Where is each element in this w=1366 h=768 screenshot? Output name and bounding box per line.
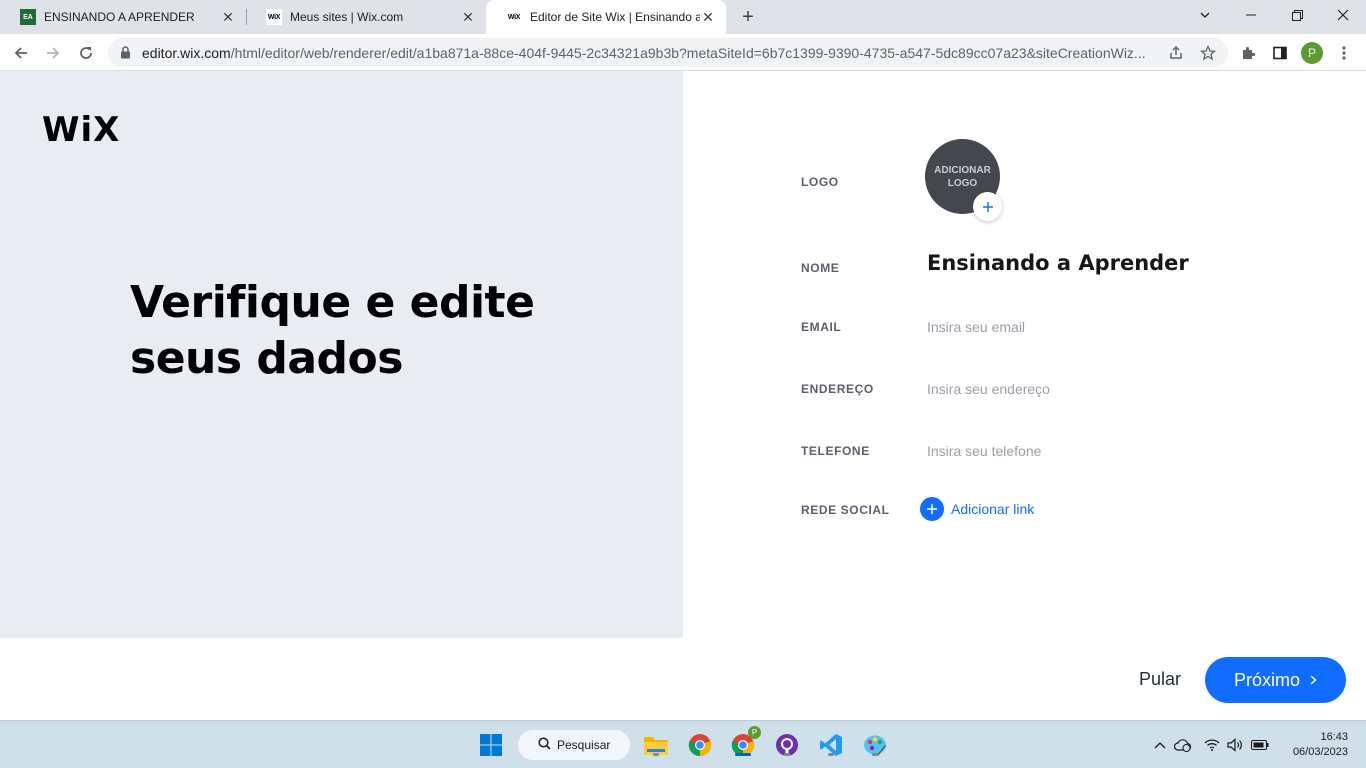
reload-button[interactable] [73,40,99,66]
wix-favicon-icon: WiX [266,9,282,25]
cloud-sync-icon [1174,739,1192,752]
wix-logo: WiX [42,110,121,150]
minimize-icon [1246,14,1256,16]
new-tab-button[interactable]: + [736,5,760,29]
restore-icon [1291,9,1303,21]
browser-tab-strip: EA ENSINANDO A APRENDER ✕ WiX Meus sites… [0,0,1366,34]
tab-meus-sites[interactable]: WiX Meus sites | Wix.com ✕ [246,0,486,34]
plus-icon [920,497,944,521]
close-tab-icon[interactable]: ✕ [700,9,716,25]
phone-field[interactable]: Insira seu telefone [927,443,1041,459]
battery-icon [1251,740,1269,750]
vscode-button[interactable] [815,729,847,761]
url-path: /html/editor/web/renderer/edit/a1ba871a-… [230,44,1146,61]
chevron-down-icon [1200,12,1210,18]
tab-editor-wix[interactable]: WiX Editor de Site Wix | Ensinando a Apr… [486,0,726,34]
battery-tray-icon[interactable] [1250,735,1270,755]
email-field[interactable]: Insira seu email [927,319,1025,335]
chrome-profile-button[interactable]: P [727,726,761,761]
ensinando-favicon-icon: EA [20,9,36,25]
speaker-icon [1227,738,1242,752]
paint-app-button[interactable] [859,729,891,761]
search-icon [538,737,551,753]
search-label: Pesquisar [557,738,611,752]
add-link-label: Adicionar link [951,501,1035,517]
tab-title: Editor de Site Wix | Ensinando a Aprende… [530,10,700,24]
address-label: ENDEREÇO [801,382,874,396]
share-icon[interactable] [1165,42,1187,64]
add-social-link-button[interactable]: Adicionar link [920,497,1034,521]
arrow-left-icon [14,47,27,59]
skip-button[interactable]: Pular [1139,669,1181,690]
running-indicator [872,753,878,756]
volume-tray-icon[interactable] [1225,735,1245,755]
side-panel-icon [1273,46,1287,60]
side-panel-button[interactable] [1267,40,1293,66]
wifi-icon [1204,739,1220,751]
address-bar[interactable]: editor.wix.com/html/editor/web/renderer/… [108,38,1228,67]
url-text: editor.wix.com/html/editor/web/renderer/… [142,45,1152,61]
next-label: Próximo [1233,669,1300,690]
wifi-tray-icon[interactable] [1202,735,1222,755]
tab-title: ENSINANDO A APRENDER [44,10,195,24]
running-indicator [653,753,659,756]
arrow-right-icon [47,47,60,59]
name-label: NOME [801,261,840,275]
next-button[interactable]: Próximo [1205,657,1346,703]
page-title: Verifique e edite seus dados [130,277,535,384]
chevron-up-icon [1154,742,1166,749]
bookmark-star-icon[interactable] [1197,42,1219,64]
lock-icon [120,46,134,59]
chrome-button[interactable] [684,729,716,761]
business-info-form [683,71,1366,638]
tab-title: Meus sites | Wix.com [290,10,404,24]
browser-toolbar: editor.wix.com/html/editor/web/renderer/… [0,34,1366,71]
taskbar-clock[interactable]: 16:43 06/03/2023 [1282,730,1348,760]
wix-favicon-icon: WiX [506,9,522,25]
github-desktop-button[interactable] [771,729,803,761]
url-host: editor.wix.com [142,44,231,61]
phone-label: TELEFONE [801,444,870,458]
add-logo-plus-icon[interactable] [973,192,1002,221]
close-window-button[interactable] [1320,0,1366,30]
close-tab-icon[interactable]: ✕ [220,9,236,25]
close-icon [1337,9,1349,21]
tab-search-button[interactable] [1182,0,1228,30]
extensions-button[interactable] [1235,40,1261,66]
chrome-icon [688,734,712,757]
windows-logo-icon [480,734,502,756]
active-indicator [735,753,751,756]
restore-button[interactable] [1274,0,1320,30]
back-button[interactable] [8,40,34,66]
file-explorer-button[interactable] [640,729,672,761]
running-indicator [828,753,834,756]
close-tab-icon[interactable]: ✕ [460,9,476,25]
chrome-menu-button[interactable] [1331,40,1357,66]
forward-button[interactable] [40,40,66,66]
onedrive-tray-icon[interactable] [1173,735,1193,755]
start-button[interactable] [475,729,507,761]
puzzle-icon [1243,47,1255,59]
windows-taskbar: Pesquisar P 16:43 06/03/2023 [0,720,1366,768]
tray-overflow-button[interactable] [1150,735,1170,755]
name-field[interactable]: Ensinando a Aprender [927,251,1189,275]
profile-avatar[interactable]: P [1301,42,1323,64]
logo-label: LOGO [801,175,839,189]
kebab-menu-icon [1342,46,1346,60]
profile-badge: P [748,726,761,739]
tab-ensinando[interactable]: EA ENSINANDO A APRENDER ✕ [0,0,246,34]
clock-date: 06/03/2023 [1292,746,1348,758]
chevron-right-icon [1310,672,1317,688]
minimize-button[interactable] [1228,0,1274,30]
email-label: EMAIL [801,320,842,334]
clock-time: 16:43 [1320,731,1348,743]
reload-icon [80,47,92,59]
address-field[interactable]: Insira seu endereço [927,381,1050,397]
taskbar-search[interactable]: Pesquisar [518,730,630,760]
running-indicator [784,753,790,756]
social-label: REDE SOCIAL [801,503,890,517]
